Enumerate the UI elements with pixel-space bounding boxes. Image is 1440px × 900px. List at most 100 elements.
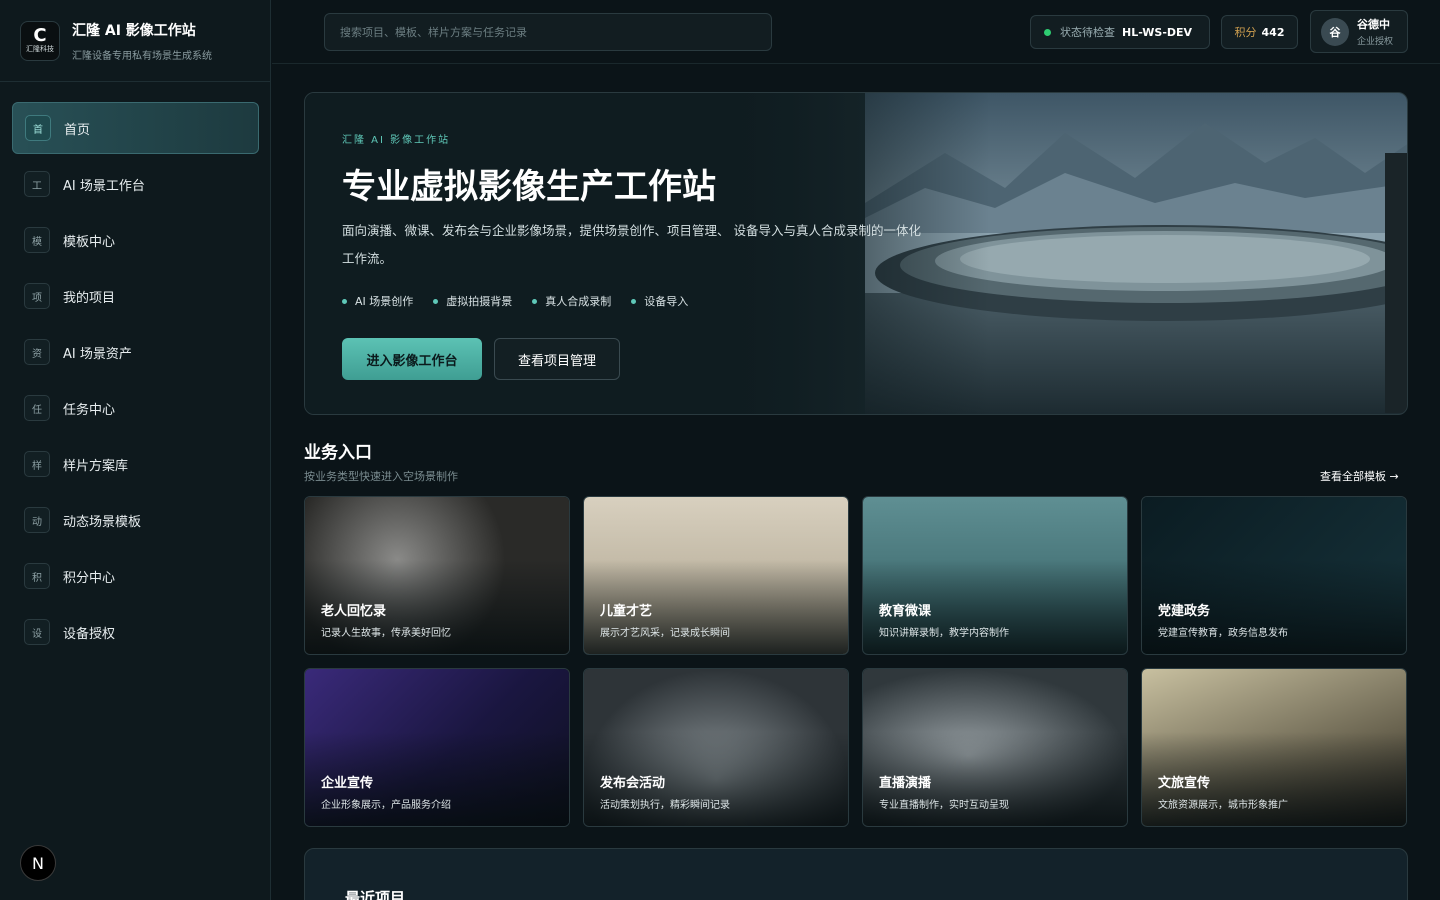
- nav-item-icon: 模: [24, 227, 50, 253]
- brand-logo-glyph: C: [33, 25, 47, 46]
- sidebar-item-2[interactable]: 模模板中心: [12, 214, 259, 266]
- tag-dot-icon: [342, 298, 347, 304]
- nav-item-icon: 动: [24, 507, 50, 533]
- card-title: 教育微课: [879, 604, 932, 619]
- sidebar-nav: 首首页工 AI 场景工作台模模板中心项我的项目资 AI 场景资产任任务中心样样片方案…: [12, 102, 259, 662]
- card-description: 记录人生故事，传承美好回忆: [321, 628, 451, 639]
- recent-projects-panel: 最近项目: [304, 848, 1408, 900]
- hero-banner: 汇隆 AI 影像工作站 专业虚拟影像生产工作站 面向演播、微课、发布会与企业影像…: [304, 92, 1408, 415]
- brand-title: 汇隆 AI 影像工作站: [72, 22, 196, 39]
- view-all-templates-link[interactable]: 查看全部模板 →: [1320, 468, 1399, 484]
- card-title: 文旅宣传: [1158, 776, 1211, 791]
- hero-tag-label: 真人合成录制: [545, 295, 612, 308]
- business-card-1[interactable]: 儿童才艺展示才艺风采，记录成长瞬间: [583, 496, 849, 655]
- sidebar-item-8[interactable]: 积积分中心: [12, 550, 259, 602]
- nav-item-label: AI 场景资产: [63, 346, 132, 362]
- card-title: 发布会活动: [600, 776, 666, 791]
- brand-logo-text: 汇隆科技: [26, 45, 54, 53]
- dev-badge[interactable]: N: [20, 845, 56, 881]
- nav-item-icon: 工: [24, 171, 50, 197]
- recent-projects-title: 最近项目: [345, 889, 406, 900]
- section-subtitle: 按业务类型快速进入空场景制作: [304, 470, 458, 483]
- brand-logo: C 汇隆科技: [20, 20, 60, 61]
- card-description: 专业直播制作，实时互动呈现: [879, 800, 1009, 811]
- card-description: 文旅资源展示，城市形象推广: [1158, 800, 1288, 811]
- hero-tags: AI 场景创作 虚拟拍摄背景 真人合成录制 设备导入: [342, 293, 708, 309]
- business-card-3[interactable]: 党建政务党建宣传教育，政务信息发布: [1141, 496, 1407, 655]
- brand-subtitle: 汇隆设备专用私有场景生成系统: [72, 50, 212, 62]
- nav-item-icon: 项: [24, 283, 50, 309]
- nav-item-label: 设备授权: [63, 626, 116, 642]
- hero-tag-label: AI 场景创作: [355, 295, 414, 308]
- sidebar-item-5[interactable]: 任任务中心: [12, 382, 259, 434]
- hero-title: 专业虚拟影像生产工作站: [342, 167, 716, 207]
- card-description: 活动策划执行，精彩瞬间记录: [600, 800, 730, 811]
- card-description: 企业形象展示，产品服务介绍: [321, 800, 451, 811]
- tag-dot-icon: [433, 298, 439, 304]
- search-input[interactable]: [324, 13, 772, 51]
- avatar: 谷: [1321, 17, 1349, 46]
- device-id: HL-WS-DEV: [1122, 25, 1193, 39]
- card-description: 党建宣传教育，政务信息发布: [1158, 628, 1288, 639]
- hero-tag-label: 设备导入: [644, 295, 689, 308]
- hero-tag: 虚拟拍摄背景: [433, 293, 512, 309]
- status-dot-icon: [1044, 28, 1051, 36]
- points-value: 442: [1261, 25, 1285, 39]
- topbar: 状态待检查 HL-WS-DEV 积分 442 谷 谷德中 企业授权: [272, 0, 1440, 64]
- nav-item-icon: 设: [24, 619, 50, 645]
- tag-dot-icon: [631, 298, 637, 304]
- business-card-5[interactable]: 发布会活动活动策划执行，精彩瞬间记录: [583, 668, 849, 827]
- status-pill[interactable]: 状态待检查 HL-WS-DEV: [1030, 15, 1210, 49]
- points-label: 积分: [1234, 26, 1257, 39]
- hero-tag: 设备导入: [631, 293, 688, 309]
- enter-workbench-button[interactable]: 进入影像工作台: [342, 338, 482, 380]
- card-title: 企业宣传: [321, 776, 374, 791]
- sidebar-item-3[interactable]: 项我的项目: [12, 270, 259, 322]
- sidebar-item-7[interactable]: 动动态场景模板: [12, 494, 259, 546]
- card-title: 老人回忆录: [321, 604, 387, 619]
- view-projects-button[interactable]: 查看项目管理: [494, 338, 620, 380]
- business-card-2[interactable]: 教育微课知识讲解录制，教学内容制作: [862, 496, 1128, 655]
- nav-item-label: 模板中心: [63, 234, 116, 250]
- hero-tag-label: 虚拟拍摄背景: [446, 295, 513, 308]
- app-root: C 汇隆科技 汇隆 AI 影像工作站 汇隆设备专用私有场景生成系统 首首页工 AI…: [0, 0, 1440, 900]
- sidebar-item-6[interactable]: 样样片方案库: [12, 438, 259, 490]
- business-card-7[interactable]: 文旅宣传文旅资源展示，城市形象推广: [1141, 668, 1407, 827]
- business-card-6[interactable]: 直播演播专业直播制作，实时互动呈现: [862, 668, 1128, 827]
- sidebar-item-4[interactable]: 资 AI 场景资产: [12, 326, 259, 378]
- sidebar-item-1[interactable]: 工 AI 场景工作台: [12, 158, 259, 210]
- user-role: 企业授权: [1357, 37, 1394, 47]
- business-card-0[interactable]: 老人回忆录记录人生故事，传承美好回忆: [304, 496, 570, 655]
- nav-item-icon: 资: [24, 339, 50, 365]
- status-label: 状态待检查: [1060, 26, 1115, 39]
- card-title: 党建政务: [1158, 604, 1211, 619]
- nav-item-label: 积分中心: [63, 570, 116, 586]
- tag-dot-icon: [532, 298, 538, 304]
- user-name: 谷德中: [1357, 18, 1390, 31]
- sidebar-item-9[interactable]: 设设备授权: [12, 606, 259, 658]
- nav-item-icon: 首: [25, 115, 51, 141]
- nav-item-label: 任务中心: [63, 402, 116, 418]
- nav-item-icon: 积: [24, 563, 50, 589]
- card-description: 展示才艺风采，记录成长瞬间: [600, 628, 730, 639]
- points-pill[interactable]: 积分 442: [1221, 15, 1298, 49]
- nav-item-icon: 任: [24, 395, 50, 421]
- card-title: 儿童才艺: [600, 604, 653, 619]
- brand: C 汇隆科技 汇隆 AI 影像工作站 汇隆设备专用私有场景生成系统: [0, 0, 270, 82]
- section-title: 业务入口: [304, 443, 372, 463]
- nav-item-label: AI 场景工作台: [63, 178, 145, 194]
- card-title: 直播演播: [879, 776, 932, 791]
- nav-item-label: 动态场景模板: [63, 514, 142, 530]
- hero-tag: AI 场景创作: [342, 293, 413, 309]
- nav-item-label: 首页: [64, 122, 91, 138]
- hero-tag: 真人合成录制: [532, 293, 611, 309]
- business-card-4[interactable]: 企业宣传企业形象展示，产品服务介绍: [304, 668, 570, 827]
- nav-item-label: 样片方案库: [63, 458, 129, 474]
- card-description: 知识讲解录制，教学内容制作: [879, 628, 1009, 639]
- hero-description: 面向演播、微课、发布会与企业影像场景，提供场景创作、项目管理、 设备导入与真人合…: [342, 223, 921, 266]
- nav-item-icon: 样: [24, 451, 50, 477]
- sidebar-item-0[interactable]: 首首页: [12, 102, 259, 154]
- user-menu[interactable]: 谷 谷德中 企业授权: [1310, 10, 1408, 53]
- hero-eyebrow: 汇隆 AI 影像工作站: [342, 135, 451, 146]
- nav-item-label: 我的项目: [63, 290, 116, 306]
